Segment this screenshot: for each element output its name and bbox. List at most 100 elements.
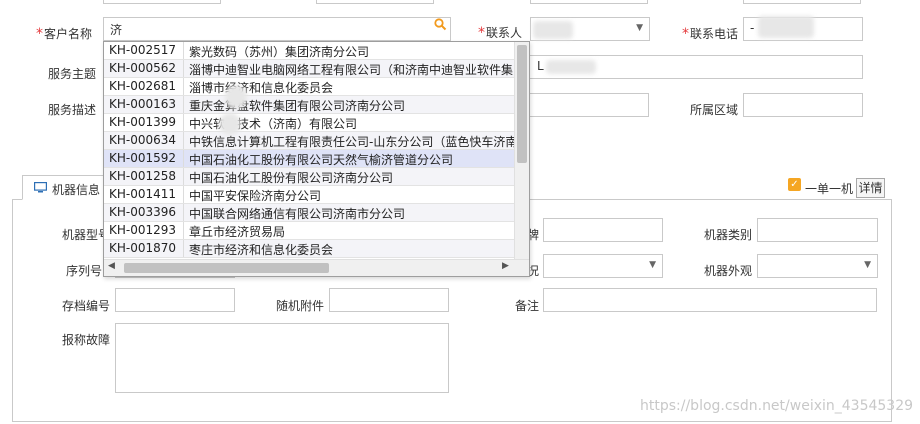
customer-code: KH-000163	[109, 97, 177, 111]
column-divider	[183, 114, 184, 131]
scroll-left-icon[interactable]: ◀	[108, 261, 115, 271]
customer-code: KH-002517	[109, 43, 177, 57]
required-mark: *	[682, 26, 689, 42]
customer-name: 中国石油化工股份有限公司济南分公司	[189, 171, 394, 185]
autocomplete-item[interactable]: KH-001592 中国石油化工股份有限公司天然气榆济管道分公司	[104, 150, 516, 168]
contact-label: *联系人	[478, 24, 522, 41]
autocomplete-item[interactable]: KH-001399 中兴软件技术（济南）有限公司	[104, 114, 516, 132]
single-machine-label: 一单一机	[805, 182, 854, 196]
autocomplete-item[interactable]: KH-000634 中铁信息计算机工程有限责任公司-山东分公司（蓝色快车济南	[104, 132, 516, 150]
service-subject-redacted	[546, 60, 596, 74]
customer-code: KH-003396	[109, 205, 177, 219]
customer-label: *客户名称	[36, 25, 92, 42]
remarks-label: 备注	[515, 299, 540, 313]
region-label: 所属区域	[690, 103, 739, 117]
watermark: https://blog.csdn.net/weixin_43545329	[640, 398, 914, 414]
single-machine-checkbox[interactable]: ✓	[788, 178, 801, 191]
horizontal-scroll-thumb[interactable]	[124, 263, 329, 273]
phone-input-value: -	[750, 21, 755, 35]
detail-button[interactable]: 详情	[856, 178, 885, 198]
required-mark: *	[36, 26, 43, 42]
column-divider	[183, 96, 184, 113]
service-subject-label: 服务主题	[48, 67, 97, 81]
autocomplete-item[interactable]: KH-002681 淄博市经济和信息化委员会	[104, 78, 516, 96]
list-redacted-2	[219, 113, 241, 135]
remarks-input[interactable]	[543, 288, 877, 312]
brand-input[interactable]	[543, 218, 663, 242]
column-divider	[183, 222, 184, 239]
reported-fault-textarea[interactable]	[115, 323, 449, 393]
phone-redacted	[758, 16, 814, 38]
autocomplete-item[interactable]: KH-001293 章丘市经济贸易局	[104, 222, 516, 240]
customer-code: KH-001411	[109, 187, 177, 201]
customer-input[interactable]: 济	[103, 17, 451, 41]
customer-code: KH-000562	[109, 61, 177, 75]
autocomplete-item[interactable]: KH-001411 中国平安保险济南分公司	[104, 186, 516, 204]
tab-machine-info-label: 机器信息	[52, 183, 101, 197]
reported-fault-label: 报称故障	[62, 333, 111, 347]
customer-code: KH-001399	[109, 115, 177, 129]
search-icon[interactable]	[434, 18, 447, 31]
top-cut-field-4[interactable]	[743, 0, 861, 4]
autocomplete-item[interactable]: KH-001870 枣庄市经济和信息化委员会	[104, 240, 516, 258]
serial-no-label: 序列号	[66, 264, 103, 278]
accessories-input[interactable]	[329, 288, 449, 312]
customer-code: KH-001258	[109, 169, 177, 183]
triangle-down-icon: ▼	[636, 23, 643, 33]
autocomplete-item[interactable]: KH-001258 中国石油化工股份有限公司济南分公司	[104, 168, 516, 186]
column-divider	[183, 168, 184, 185]
service-desc-label: 服务描述	[48, 103, 97, 117]
service-subject-value: L	[537, 59, 544, 73]
autocomplete-item[interactable]: KH-000562 淄博中迪智业电脑网络工程有限公司（和济南中迪智业软件集	[104, 60, 516, 78]
machine-appearance-select[interactable]: ▼	[757, 254, 878, 278]
contact-redacted	[533, 21, 573, 39]
customer-name: 中国平安保险济南分公司	[189, 189, 322, 203]
autocomplete-item[interactable]: KH-000163 重庆金算盘软件集团有限公司济南分公司	[104, 96, 516, 114]
monitor-icon	[34, 182, 47, 193]
machine-appearance-label: 机器外观	[704, 264, 753, 278]
column-divider	[183, 186, 184, 203]
customer-code: KH-001592	[109, 151, 177, 165]
column-divider	[183, 78, 184, 95]
autocomplete-item[interactable]: KH-002517 紫光数码（苏州）集团济南分公司	[104, 42, 516, 60]
scroll-right-icon[interactable]: ▶	[502, 261, 509, 271]
triangle-down-icon: ▼	[649, 260, 656, 270]
contact-label-text: 联系人	[486, 26, 523, 40]
customer-input-value: 济	[110, 23, 123, 37]
triangle-down-icon: ▼	[864, 260, 871, 270]
customer-name: 中国石油化工股份有限公司天然气榆济管道分公司	[189, 153, 454, 167]
top-cut-field-1[interactable]	[103, 0, 221, 4]
column-divider	[183, 60, 184, 77]
customer-autocomplete[interactable]: KH-002517 紫光数码（苏州）集团济南分公司 KH-000562 淄博中迪智业电…	[103, 41, 530, 277]
customer-code: KH-002681	[109, 79, 177, 93]
machine-category-label: 机器类别	[704, 228, 753, 242]
autocomplete-item[interactable]: KH-003396 中国联合网络通信有限公司济南市分公司	[104, 204, 516, 222]
column-divider	[183, 150, 184, 167]
vertical-scrollbar[interactable]	[514, 42, 529, 261]
customer-name: 枣庄市经济和信息化委员会	[189, 243, 334, 257]
customer-name: 中铁信息计算机工程有限责任公司-山东分公司（蓝色快车济南	[189, 135, 515, 149]
top-cut-field-2[interactable]	[316, 0, 434, 4]
customer-code: KH-001293	[109, 223, 177, 237]
customer-code: KH-000634	[109, 133, 177, 147]
region-input[interactable]	[743, 93, 863, 117]
column-divider	[183, 132, 184, 149]
required-mark: *	[478, 25, 485, 41]
status-select[interactable]: ▼	[543, 254, 663, 278]
accessories-label: 随机附件	[276, 299, 325, 313]
archive-no-label: 存档编号	[62, 299, 111, 313]
customer-name: 章丘市经济贸易局	[189, 225, 286, 239]
column-divider	[183, 204, 184, 221]
top-cut-field-3[interactable]	[530, 0, 648, 4]
vertical-scroll-thumb[interactable]	[517, 45, 527, 163]
archive-no-input[interactable]	[115, 288, 235, 312]
machine-category-input[interactable]	[757, 218, 878, 242]
customer-name: 中国联合网络通信有限公司济南市分公司	[189, 207, 406, 221]
horizontal-scrollbar[interactable]: ◀ ▶	[104, 259, 529, 276]
phone-label-text: 联系电话	[690, 27, 739, 41]
column-divider	[183, 240, 184, 257]
customer-code: KH-001870	[109, 241, 177, 255]
list-redacted-1	[225, 85, 247, 109]
customer-name: 淄博中迪智业电脑网络工程有限公司（和济南中迪智业软件集	[189, 63, 514, 77]
phone-label: *联系电话	[682, 25, 738, 42]
